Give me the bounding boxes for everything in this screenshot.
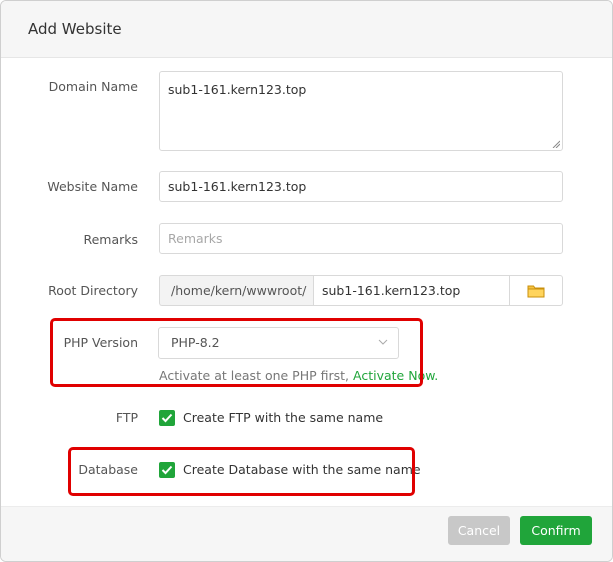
domain-name-label: Domain Name (48, 79, 138, 94)
add-website-dialog: Add Website Domain Name sub1-161.kern123… (0, 0, 613, 562)
php-hint-text: Activate at least one PHP first, (159, 368, 350, 383)
website-name-value: sub1-161.kern123.top (168, 179, 307, 194)
check-icon (161, 465, 173, 475)
browse-folder-button[interactable] (509, 275, 563, 306)
website-name-input[interactable]: sub1-161.kern123.top (159, 171, 563, 202)
chevron-down-icon (378, 339, 388, 345)
ftp-checkbox-label[interactable]: Create FTP with the same name (183, 410, 383, 425)
domain-name-textarea[interactable]: sub1-161.kern123.top (159, 71, 563, 151)
website-name-label: Website Name (47, 179, 138, 194)
domain-name-value: sub1-161.kern123.top (168, 82, 307, 97)
folder-icon (527, 285, 545, 297)
php-hint: Activate at least one PHP first, Activat… (159, 368, 438, 383)
database-checkbox[interactable] (159, 462, 175, 478)
dialog-header: Add Website (1, 1, 612, 58)
php-version-label: PHP Version (63, 335, 138, 350)
activate-now-link[interactable]: Activate Now. (353, 368, 438, 383)
remarks-label: Remarks (83, 232, 138, 247)
cancel-button[interactable]: Cancel (448, 516, 510, 545)
ftp-checkbox[interactable] (159, 410, 175, 426)
confirm-button[interactable]: Confirm (520, 516, 592, 545)
remarks-placeholder: Remarks (168, 231, 223, 246)
resize-handle-icon[interactable] (552, 140, 560, 148)
remarks-input[interactable]: Remarks (159, 223, 563, 254)
dialog-title: Add Website (28, 20, 122, 38)
root-directory-input[interactable]: sub1-161.kern123.top (313, 275, 510, 306)
ftp-label: FTP (115, 410, 138, 425)
root-directory-prefix: /home/kern/wwwroot/ (159, 275, 314, 306)
root-directory-label: Root Directory (48, 283, 138, 298)
php-version-value: PHP-8.2 (171, 335, 220, 350)
database-checkbox-label[interactable]: Create Database with the same name (183, 462, 421, 477)
database-label: Database (78, 462, 138, 477)
root-directory-value: sub1-161.kern123.top (322, 283, 461, 298)
check-icon (161, 413, 173, 423)
php-version-select[interactable]: PHP-8.2 (158, 327, 399, 359)
